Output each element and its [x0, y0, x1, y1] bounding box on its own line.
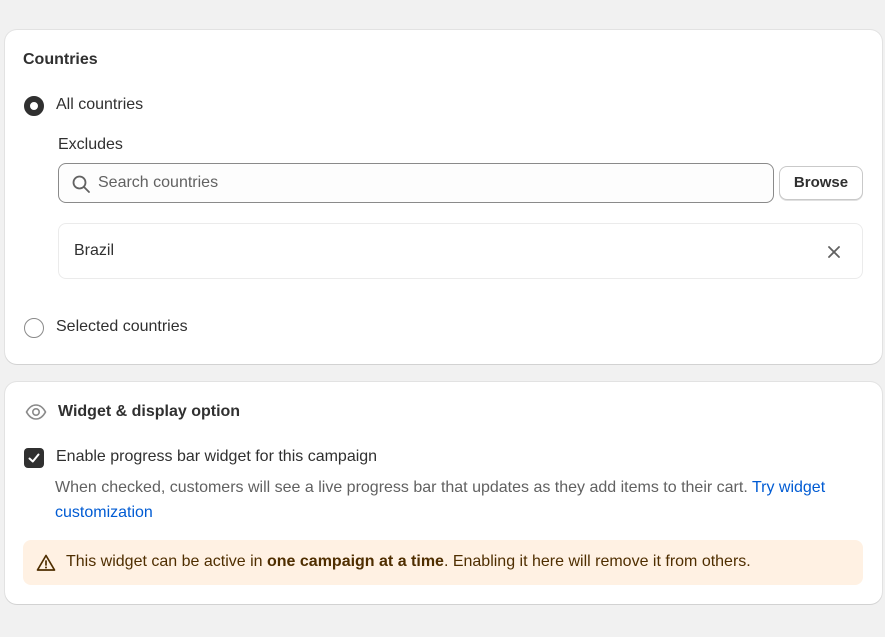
- warning-banner-text: This widget can be active in one campaig…: [66, 553, 751, 571]
- eye-icon: [25, 404, 47, 420]
- checkmark-icon: [28, 453, 40, 463]
- excluded-country-name: Brazil: [74, 242, 115, 259]
- warning-icon: [36, 554, 56, 571]
- radio-all-countries-label[interactable]: All countries: [56, 96, 143, 114]
- search-icon: [72, 175, 90, 193]
- radio-all-countries-indicator[interactable]: [24, 96, 44, 116]
- help-text: When checked, customers will see a live …: [55, 479, 748, 496]
- banner-suffix: . Enabling it here will remove it from o…: [443, 553, 751, 570]
- progress-bar-help-text: When checked, customers will see a live …: [55, 475, 855, 525]
- warning-banner: This widget can be active in one campaig…: [23, 540, 863, 585]
- search-countries-input[interactable]: [98, 164, 758, 202]
- radio-selected-countries-label[interactable]: Selected countries: [56, 318, 188, 336]
- banner-bold: one campaign at a time: [267, 553, 444, 570]
- excluded-country-row: Brazil: [58, 223, 863, 279]
- browse-button[interactable]: Browse: [779, 166, 863, 200]
- search-countries-field[interactable]: [58, 163, 774, 203]
- close-icon[interactable]: [825, 243, 843, 261]
- widget-section-title: Widget & display option: [58, 403, 241, 420]
- excludes-label: Excludes: [58, 136, 123, 153]
- banner-prefix: This widget can be active in: [66, 553, 267, 570]
- countries-card: Countries All countries Excludes Browse …: [5, 30, 882, 364]
- progress-bar-checkbox-label[interactable]: Enable progress bar widget for this camp…: [56, 448, 377, 466]
- countries-title: Countries: [23, 51, 98, 68]
- widget-card: Widget & display option Enable progress …: [5, 382, 882, 604]
- radio-selected-countries[interactable]: [24, 318, 44, 338]
- radio-selected-countries-indicator[interactable]: [24, 318, 44, 338]
- progress-bar-checkbox[interactable]: [24, 448, 44, 468]
- radio-all-countries[interactable]: [24, 96, 44, 116]
